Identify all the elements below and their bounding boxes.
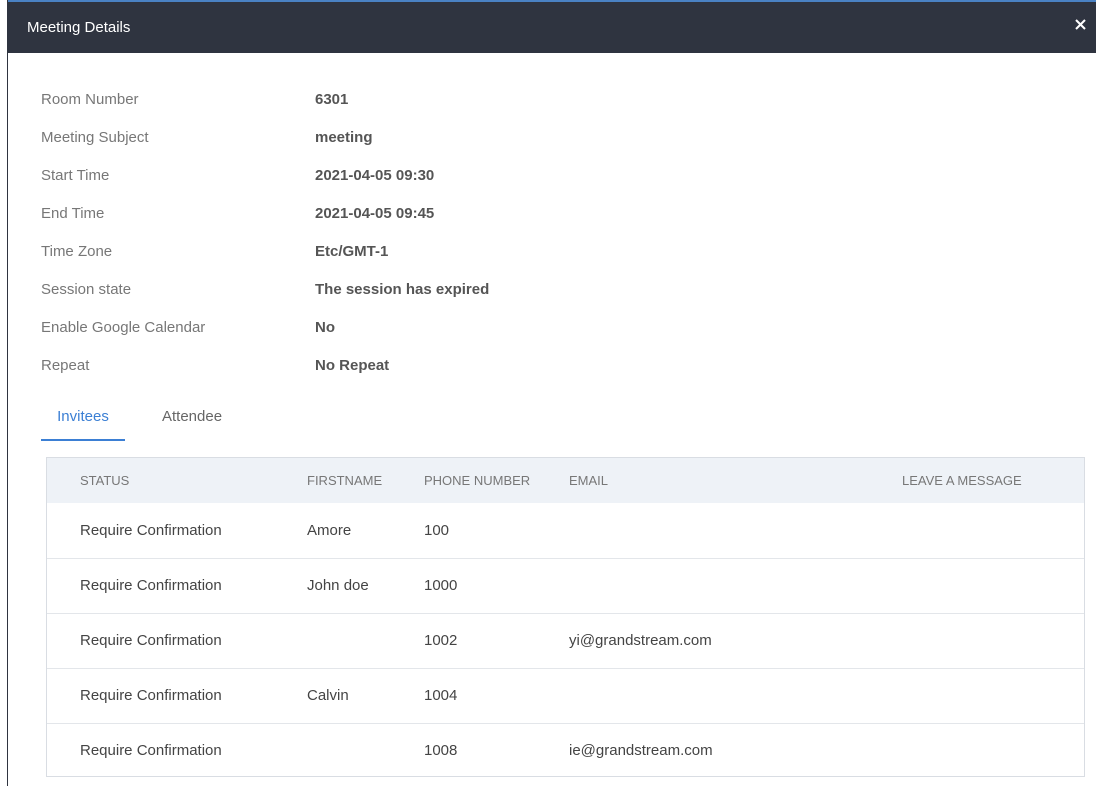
detail-label: Repeat [41, 357, 90, 374]
close-button[interactable] [1073, 14, 1089, 36]
cell-leave-a-message [902, 613, 1084, 668]
detail-value: 2021-04-05 09:30 [315, 167, 435, 184]
detail-value: meeting [315, 129, 373, 146]
column-header-phone-number[interactable]: PHONE NUMBER [424, 458, 569, 503]
cell-leave-a-message [902, 668, 1084, 723]
cell-phone-number: 1008 [424, 742, 458, 760]
cell-phone-number: 1004 [424, 687, 458, 704]
meeting-details-dialog: Meeting Details Room Number 6301 Meeting… [7, 0, 1096, 786]
cell-phone-number: 1002 [424, 632, 458, 649]
detail-value: 6301 [315, 91, 349, 108]
detail-label: Session state [41, 281, 132, 298]
close-icon [1075, 19, 1086, 30]
cell-firstname: Calvin [307, 687, 349, 704]
tab-invitees[interactable]: Invitees [41, 405, 125, 441]
cell-status: Require Confirmation [80, 742, 222, 760]
dialog-title: Meeting Details [27, 19, 131, 36]
invitees-table: STATUS FIRSTNAME PHONE NUMBER EMAIL LEAV… [46, 457, 1085, 777]
detail-label: Enable Google Calendar [41, 319, 206, 336]
cell-firstname: John doe [307, 577, 369, 594]
column-header-leave-a-message[interactable]: LEAVE A MESSAGE [902, 458, 1084, 503]
detail-label: Start Time [41, 167, 110, 184]
column-header-email[interactable]: EMAIL [569, 458, 902, 503]
cell-firstname [307, 723, 424, 778]
detail-label: End Time [41, 205, 105, 222]
tab-attendee[interactable]: Attendee [162, 405, 222, 441]
cell-email: yi@grandstream.com [569, 632, 712, 649]
cell-status: Require Confirmation [80, 521, 222, 539]
cell-email: ie@grandstream.com [569, 742, 713, 760]
cell-firstname: Amore [307, 521, 352, 539]
column-header-status[interactable]: STATUS [47, 458, 307, 503]
detail-value: Etc/GMT-1 [315, 243, 389, 260]
table-row[interactable]: Require Confirmation 1002 yi@grandstream… [47, 613, 1084, 668]
tab-bar: Invitees Attendee [41, 405, 341, 445]
cell-email [569, 503, 902, 558]
detail-value: No [315, 319, 335, 336]
cell-status: Require Confirmation [80, 632, 222, 649]
cell-phone-number: 1000 [424, 577, 458, 594]
cell-leave-a-message [902, 503, 1084, 558]
dialog-header: Meeting Details [8, 0, 1096, 53]
detail-label: Meeting Subject [41, 129, 149, 146]
detail-value: No Repeat [315, 357, 390, 374]
cell-firstname [307, 613, 424, 668]
cell-email [569, 668, 902, 723]
detail-value: 2021-04-05 09:45 [315, 205, 435, 222]
table-row[interactable]: Require Confirmation John doe 1000 [47, 558, 1084, 613]
cell-leave-a-message [902, 723, 1084, 778]
cell-leave-a-message [902, 558, 1084, 613]
cell-status: Require Confirmation [80, 577, 222, 594]
cell-status: Require Confirmation [80, 687, 222, 704]
table-header-row: STATUS FIRSTNAME PHONE NUMBER EMAIL LEAV… [47, 458, 1084, 503]
table-row[interactable]: Require Confirmation Calvin 1004 [47, 668, 1084, 723]
detail-value: The session has expired [315, 281, 490, 298]
table-row[interactable]: Require Confirmation 1008 ie@grandstream… [47, 723, 1084, 778]
column-header-firstname[interactable]: FIRSTNAME [307, 458, 424, 503]
cell-email [569, 558, 902, 613]
detail-label: Time Zone [41, 243, 113, 260]
detail-label: Room Number [41, 91, 139, 108]
table-row[interactable]: Require Confirmation Amore 100 [47, 503, 1084, 558]
cell-phone-number: 100 [424, 521, 450, 539]
